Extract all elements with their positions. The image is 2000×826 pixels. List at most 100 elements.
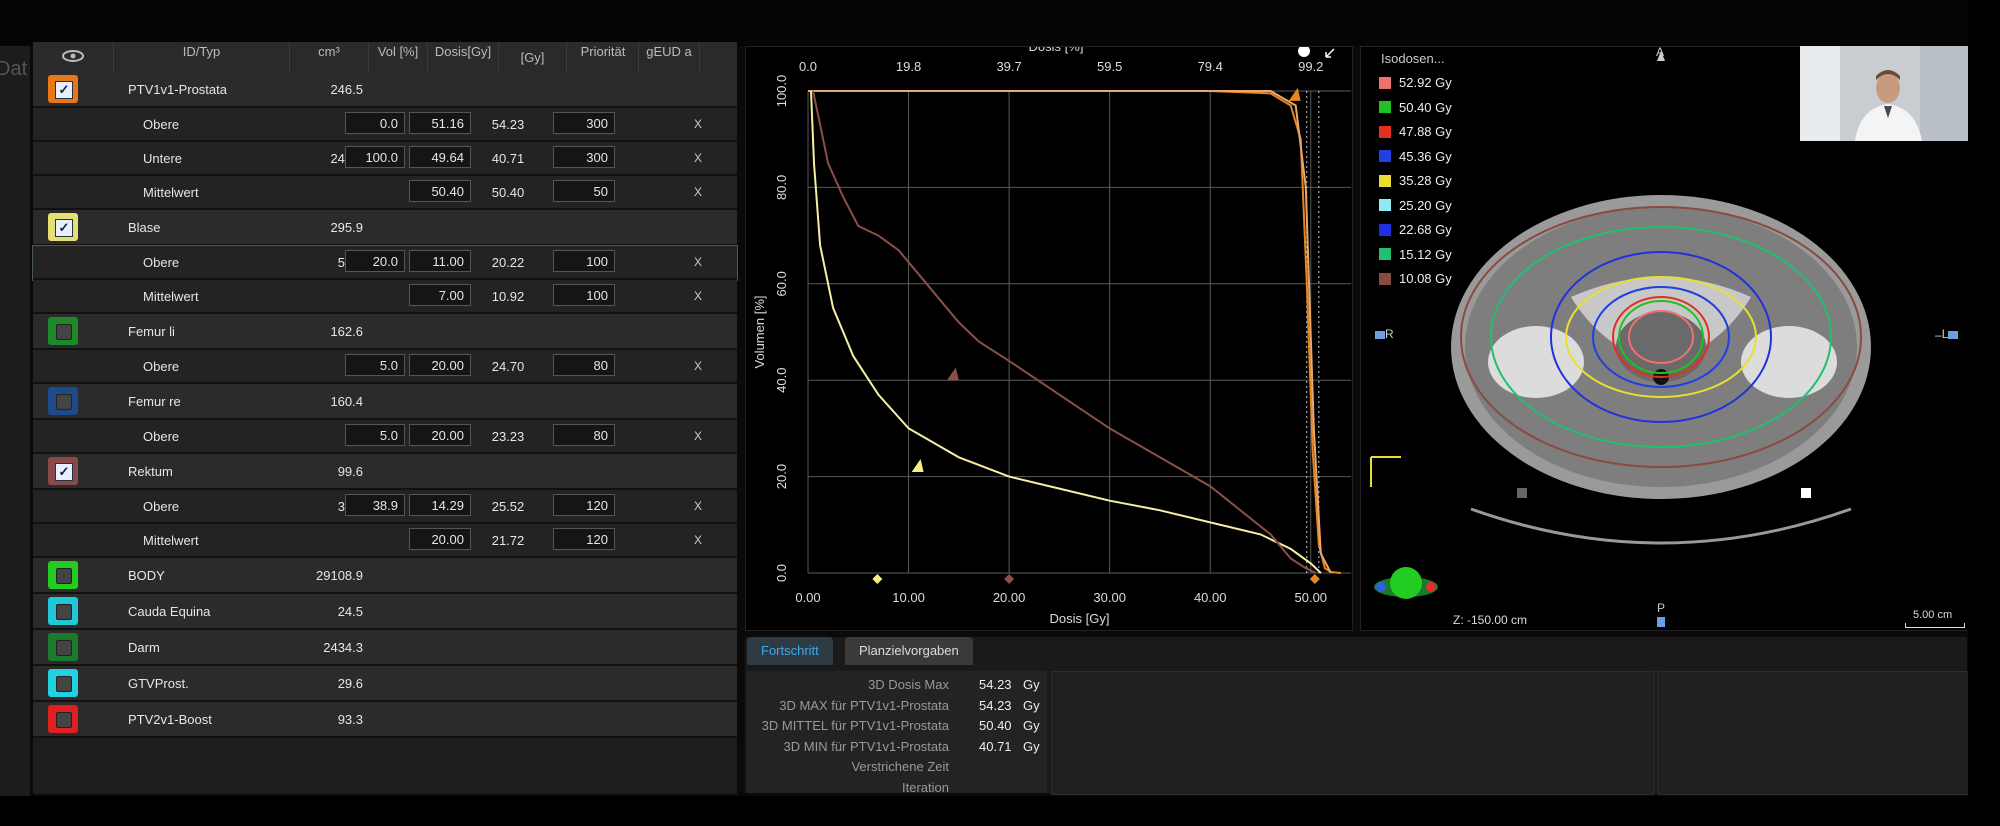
remove-constraint-button[interactable]: X (688, 524, 708, 556)
structure-row[interactable]: ✓ Rektum 99.6 (33, 454, 737, 490)
header-prioritat[interactable]: Priorität (568, 42, 639, 74)
remove-constraint-button[interactable]: X (688, 280, 708, 312)
structure-row[interactable]: Cauda Equina 24.5 (33, 594, 737, 630)
checkbox-unchecked-icon[interactable] (56, 640, 72, 656)
remove-constraint-button[interactable]: X (688, 246, 708, 278)
header-vol[interactable]: Vol [%] (369, 42, 428, 74)
structure-color-swatch[interactable]: ✓ (48, 75, 78, 103)
constraint-marker (1288, 87, 1301, 101)
remove-constraint-button[interactable]: X (688, 142, 708, 174)
structure-row[interactable]: PTV2v1-Boost 93.3 (33, 702, 737, 738)
checkbox-unchecked-icon[interactable] (56, 712, 72, 728)
vol-percent-field[interactable]: 0.0 (345, 112, 405, 134)
isodose-legend-item[interactable]: 45.36 Gy (1379, 149, 1452, 164)
dose-field[interactable]: 49.64 (409, 146, 471, 168)
checkbox-unchecked-icon[interactable] (56, 604, 72, 620)
isodose-legend-item[interactable]: 22.68 Gy (1379, 222, 1452, 237)
structure-row[interactable]: Femur re 160.4 (33, 384, 737, 420)
header-geud-a[interactable]: gEUD a (639, 42, 700, 74)
structure-color-swatch[interactable] (48, 705, 78, 733)
structure-color-swatch[interactable] (48, 669, 78, 697)
remove-constraint-button[interactable]: X (688, 176, 708, 208)
vol-percent-field[interactable]: 5.0 (345, 424, 405, 446)
isodose-legend-item[interactable]: 47.88 Gy (1379, 124, 1452, 139)
header-id-typ[interactable]: ID/Typ (114, 42, 290, 74)
structure-color-swatch[interactable]: ✓ (48, 213, 78, 241)
dose-field[interactable]: 20.00 (409, 354, 471, 376)
priority-field[interactable]: 80 (553, 424, 615, 446)
top-tick-label: 0.0 (799, 59, 817, 74)
structure-row[interactable]: BODY 29108.9 (33, 558, 737, 594)
remove-constraint-button[interactable]: X (688, 350, 708, 382)
dose-field[interactable]: 50.40 (409, 180, 471, 202)
structure-color-swatch[interactable] (48, 561, 78, 589)
constraint-row[interactable]: Obere8.15.020.0024.7080X (33, 350, 737, 384)
vol-percent-field[interactable]: 5.0 (345, 354, 405, 376)
structure-color-swatch[interactable]: ✓ (48, 457, 78, 485)
dose-field[interactable]: 20.00 (409, 528, 471, 550)
checkbox-checked-icon[interactable]: ✓ (55, 463, 73, 481)
vol-percent-field[interactable]: 38.9 (345, 494, 405, 516)
structure-row[interactable]: Darm 2434.3 (33, 630, 737, 666)
remove-constraint-button[interactable]: X (688, 108, 708, 140)
isodose-legend-item[interactable]: 50.40 Gy (1379, 100, 1452, 115)
checkbox-unchecked-icon[interactable] (56, 324, 72, 340)
orientation-left-label: –L (1935, 327, 1959, 342)
dose-field[interactable]: 14.29 (409, 494, 471, 516)
isodose-legend-item[interactable]: 15.12 Gy (1379, 247, 1452, 262)
tab-planzielvorgaben[interactable]: Planzielvorgaben (845, 637, 973, 665)
tab-fortschritt[interactable]: Fortschritt (747, 637, 833, 665)
vol-percent-field[interactable]: 100.0 (345, 146, 405, 168)
header-gy[interactable]: [Gy] (499, 42, 567, 72)
priority-field[interactable]: 50 (553, 180, 615, 202)
constraint-row[interactable]: Obere0.00.051.1654.23300X (33, 108, 737, 142)
isodose-legend-item[interactable]: 25.20 Gy (1379, 198, 1452, 213)
dose-field[interactable]: 7.00 (409, 284, 471, 306)
dvh-chart[interactable]: 0.00 0.0 10.00 19.8 20.00 39.7 30.00 59.5 40.00 7… (746, 47, 1352, 630)
remove-constraint-button[interactable]: X (688, 420, 708, 452)
priority-field[interactable]: 300 (553, 146, 615, 168)
checkbox-unchecked-icon[interactable] (56, 394, 72, 410)
dose-field[interactable]: 51.16 (409, 112, 471, 134)
structure-row[interactable]: ✓ PTV1v1-Prostata 246.5 (33, 72, 737, 108)
constraint-marker (946, 367, 959, 381)
structure-color-swatch[interactable] (48, 387, 78, 415)
priority-field[interactable]: 100 (553, 250, 615, 272)
constraint-row[interactable]: Mittelwert 7.00 10.92 100 X (33, 280, 737, 314)
structure-color-swatch[interactable] (48, 317, 78, 345)
isodose-legend-item[interactable]: 10.08 Gy (1379, 271, 1452, 286)
header-cm3[interactable]: cm³ (290, 42, 369, 74)
isodose-level-label: 47.88 Gy (1399, 124, 1452, 139)
constraint-row[interactable]: Obere8.05.020.0023.2380X (33, 420, 737, 454)
remove-constraint-button[interactable]: X (688, 490, 708, 522)
structure-color-swatch[interactable] (48, 597, 78, 625)
posterior-handle[interactable] (1657, 617, 1665, 627)
structure-color-swatch[interactable] (48, 633, 78, 661)
structure-row[interactable]: Femur li 162.6 (33, 314, 737, 350)
checkbox-unchecked-icon[interactable] (56, 568, 72, 584)
checkbox-checked-icon[interactable]: ✓ (55, 219, 73, 237)
eye-header[interactable] (33, 42, 114, 72)
vol-percent-field[interactable]: 20.0 (345, 250, 405, 272)
priority-field[interactable]: 100 (553, 284, 615, 306)
structure-name: Obere (143, 428, 180, 444)
priority-field[interactable]: 80 (553, 354, 615, 376)
checkbox-unchecked-icon[interactable] (56, 676, 72, 692)
priority-field[interactable]: 120 (553, 528, 615, 550)
constraint-row[interactable]: Mittelwert 50.40 50.40 50 X (33, 176, 737, 210)
priority-field[interactable]: 300 (553, 112, 615, 134)
constraint-row[interactable]: Obere38.738.914.2925.52120X (33, 490, 737, 524)
checkbox-checked-icon[interactable]: ✓ (55, 81, 73, 99)
dose-field[interactable]: 20.00 (409, 424, 471, 446)
structure-row[interactable]: GTVProst. 29.6 (33, 666, 737, 702)
structure-row[interactable]: ✓ Blase 295.9 (33, 210, 737, 246)
isodose-legend-item[interactable]: 52.92 Gy (1379, 75, 1452, 90)
constraint-row[interactable]: Untere246.5100.049.6440.71300X (33, 142, 737, 176)
constraint-row[interactable]: Obere59.220.011.0020.22100X (32, 245, 738, 281)
priority-field[interactable]: 120 (553, 494, 615, 516)
constraint-row[interactable]: Mittelwert 20.00 21.72 120 X (33, 524, 737, 558)
isodose-legend-item[interactable]: 35.28 Gy (1379, 173, 1452, 188)
header-dosis[interactable]: Dosis[Gy] (428, 42, 499, 74)
marker-square (1801, 488, 1811, 498)
dose-field[interactable]: 11.00 (409, 250, 471, 272)
